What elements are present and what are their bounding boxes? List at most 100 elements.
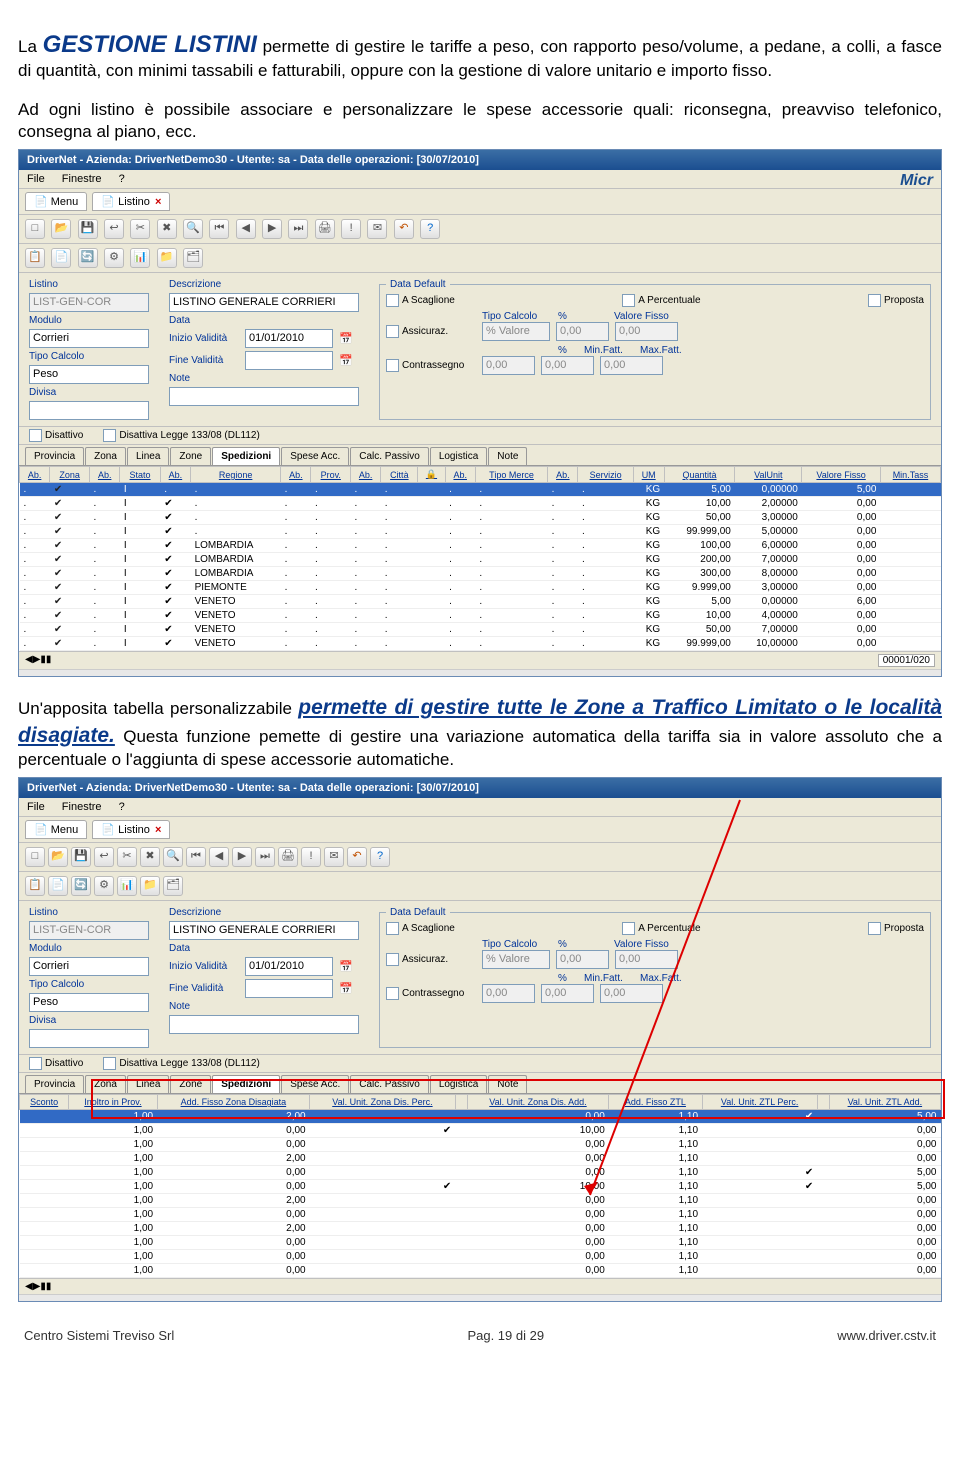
nav-last-icon[interactable]: ⏭	[255, 847, 275, 867]
new-icon[interactable]: □	[25, 847, 45, 867]
table-row[interactable]: 1,000,000,001,100,00	[20, 1250, 941, 1264]
print-icon[interactable]: 🖨	[278, 847, 298, 867]
inp-modulo[interactable]: Corrieri	[29, 329, 149, 348]
col-header[interactable]: Prov.	[311, 467, 351, 483]
excl-icon[interactable]: !	[301, 847, 321, 867]
save-icon[interactable]: 💾	[71, 847, 91, 867]
menu-help[interactable]: ?	[119, 173, 125, 185]
inp-divisa-2[interactable]	[29, 1029, 149, 1048]
inner-tab-linea[interactable]: Linea	[127, 447, 169, 465]
inner-tab-spedizioni[interactable]: Spedizioni	[212, 447, 280, 465]
main-menu-2[interactable]: File Finestre ?	[19, 798, 941, 817]
inp-divisa[interactable]	[29, 401, 149, 420]
main-menu[interactable]: File Finestre ?	[19, 170, 941, 189]
open-icon[interactable]: 📂	[48, 847, 68, 867]
inp-tipo[interactable]: Peso	[29, 365, 149, 384]
cb-contr[interactable]	[386, 359, 399, 372]
inner-tab-logistica[interactable]: Logistica	[430, 447, 487, 465]
menu-finestre-2[interactable]: Finestre	[62, 801, 102, 813]
col-header[interactable]: Ab.	[20, 467, 50, 483]
table-row[interactable]: .✔.I✔LOMBARDIA........KG100,006,000000,0…	[20, 539, 941, 553]
inner-tab-zone[interactable]: Zone	[170, 1075, 211, 1093]
inner-tab-calcpassivo[interactable]: Calc. Passivo	[350, 1075, 429, 1093]
table-row[interactable]: 1,000,000,001,100,00	[20, 1208, 941, 1222]
calendar-icon-3[interactable]: 📅	[339, 960, 353, 973]
undo-icon[interactable]: ↶	[347, 847, 367, 867]
table-row[interactable]: 1,002,000,001,100,00	[20, 1222, 941, 1236]
inp-note-2[interactable]	[169, 1015, 359, 1034]
table-row[interactable]: .✔.I✔VENETO........KG10,004,000000,00	[20, 609, 941, 623]
table-row[interactable]: .✔.I✔.........KG10,002,000000,00	[20, 497, 941, 511]
table-row[interactable]: 1,002,000,001,100,00	[20, 1194, 941, 1208]
inp-desc[interactable]: LISTINO GENERALE CORRIERI	[169, 293, 359, 312]
tool-a-icon[interactable]: ⚙	[94, 876, 114, 896]
search-icon[interactable]: 🔍	[183, 219, 203, 239]
inp-note[interactable]	[169, 387, 359, 406]
tool-d-icon[interactable]: 🗂	[163, 876, 183, 896]
col-header[interactable]	[817, 1095, 829, 1110]
delete-icon[interactable]: ✖	[157, 219, 177, 239]
delete-icon[interactable]: ✖	[140, 847, 160, 867]
grid-zone[interactable]: ScontoInoltro in Prov.Add. Fisso Zona Di…	[19, 1094, 941, 1278]
close-icon[interactable]: ×	[155, 196, 161, 208]
col-header[interactable]: Ab.	[90, 467, 120, 483]
nav-prev-icon[interactable]: ◀	[209, 847, 229, 867]
col-header[interactable]: Regione	[191, 467, 281, 483]
table-row[interactable]: 1,000,000,001,100,00	[20, 1138, 941, 1152]
col-header[interactable]: Ab.	[160, 467, 190, 483]
col-header[interactable]: Val. Unit. Zona Dis. Add.	[467, 1095, 609, 1110]
scrollbar-2[interactable]	[19, 1294, 941, 1301]
nav-next-icon[interactable]: ▶	[232, 847, 252, 867]
menu-file[interactable]: File	[27, 173, 45, 185]
col-header[interactable]	[455, 1095, 467, 1110]
table-row[interactable]: .✔.I..........KG5,000,000005,00	[20, 483, 941, 497]
tool-c-icon[interactable]: 📁	[140, 876, 160, 896]
inner-tab-speseacc[interactable]: Spese Acc.	[281, 447, 349, 465]
nav-prev-icon[interactable]: ◀	[236, 219, 256, 239]
cb-proposta[interactable]	[868, 294, 881, 307]
scrollbar[interactable]	[19, 669, 941, 676]
col-header[interactable]: Zona	[50, 467, 90, 483]
col-header[interactable]: Valore Fisso	[802, 467, 881, 483]
cb-disleg-2[interactable]	[103, 1057, 116, 1070]
calendar-icon-2[interactable]: 📅	[339, 354, 353, 367]
inp-iniziov[interactable]: 01/01/2010	[245, 329, 333, 348]
cb-scaglione[interactable]	[386, 294, 399, 307]
inner-tab-spedizioni[interactable]: Spedizioni	[212, 1075, 280, 1093]
status-nav[interactable]: ◀▶▮▮	[25, 654, 51, 667]
mail-icon[interactable]: ✉	[324, 847, 344, 867]
col-header[interactable]: Tipo Merce	[475, 467, 547, 483]
tool-a-icon[interactable]: ⚙	[104, 248, 124, 268]
help-icon[interactable]: ?	[370, 847, 390, 867]
inner-tab-logistica[interactable]: Logistica	[430, 1075, 487, 1093]
col-header[interactable]: Add. Fisso ZTL	[609, 1095, 702, 1110]
calendar-icon-4[interactable]: 📅	[339, 982, 353, 995]
paste-icon[interactable]: 📄	[48, 876, 68, 896]
table-row[interactable]: .✔.I✔PIEMONTE........KG9.999,003,000000,…	[20, 581, 941, 595]
cb-assic[interactable]	[386, 325, 399, 338]
refresh-icon[interactable]: 🔄	[78, 248, 98, 268]
col-header[interactable]: Val. Unit. ZTL Add.	[829, 1095, 940, 1110]
inner-tab-zona[interactable]: Zona	[85, 447, 126, 465]
col-header[interactable]: Ab.	[281, 467, 311, 483]
table-row[interactable]: 1,002,000,001,10✔5,00	[20, 1110, 941, 1124]
inner-tab-provincia[interactable]: Provincia	[25, 1075, 84, 1093]
back-icon[interactable]: ↩	[104, 219, 124, 239]
menu-help-2[interactable]: ?	[119, 801, 125, 813]
table-row[interactable]: 1,000,00✔10,001,100,00	[20, 1124, 941, 1138]
tab-menu[interactable]: 📄 Menu	[25, 192, 87, 211]
back-icon[interactable]: ↩	[94, 847, 114, 867]
table-row[interactable]: 1,000,00✔10,001,10✔5,00	[20, 1180, 941, 1194]
grid-spedizioni[interactable]: Ab.ZonaAb.StatoAb.RegioneAb.Prov.Ab.Citt…	[19, 466, 941, 651]
inner-tab-zona[interactable]: Zona	[85, 1075, 126, 1093]
table-row[interactable]: 1,000,000,001,10✔5,00	[20, 1166, 941, 1180]
search-icon[interactable]: 🔍	[163, 847, 183, 867]
col-header[interactable]: Min.Tass	[880, 467, 940, 483]
col-header[interactable]: Val. Unit. ZTL Perc.	[702, 1095, 817, 1110]
paste-icon[interactable]: 📄	[51, 248, 71, 268]
cb-disattivo-2[interactable]	[29, 1057, 42, 1070]
table-row[interactable]: .✔.I✔LOMBARDIA........KG300,008,000000,0…	[20, 567, 941, 581]
col-header[interactable]: 🔒	[418, 467, 445, 483]
tool-c-icon[interactable]: 📁	[157, 248, 177, 268]
inner-tab-zone[interactable]: Zone	[170, 447, 211, 465]
